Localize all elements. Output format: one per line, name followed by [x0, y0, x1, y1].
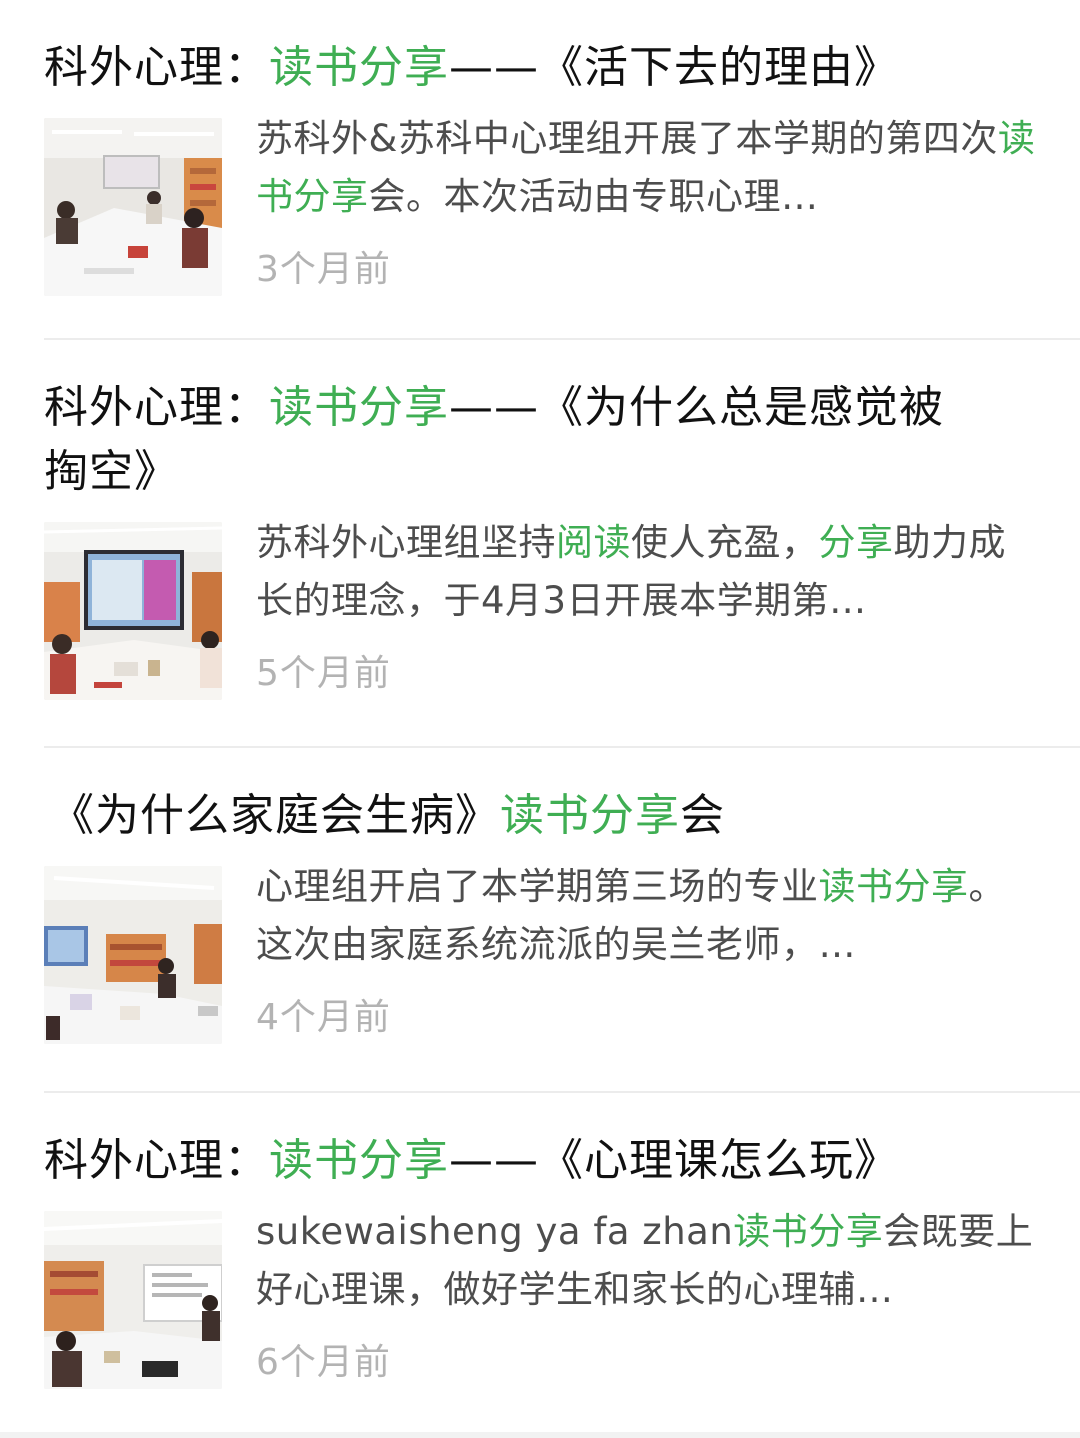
result-time: 5个月前: [256, 653, 391, 694]
result-thumbnail[interactable]: [44, 522, 222, 700]
result-body: 苏科外&苏科中心理组开展了本学期的第四次读书分享会。本次活动由专职心理… 3个月…: [44, 117, 1036, 296]
result-body: sukewaisheng ya fa zhan读书分享会既要上好心理课，做好学生…: [44, 1210, 1036, 1389]
snippet-text: 心理组开启了本学期第三场的专业: [256, 865, 819, 908]
search-result-item[interactable]: 《为什么家庭会生病》读书分享会 心理组开启了本学期第三场的专业读书分享。这次由家…: [44, 748, 1080, 1093]
result-time: 6个月前: [256, 1342, 391, 1383]
search-results-list: 科外心理：读书分享——《活下去的理由》 苏科外&苏科中心理组开展了本学期的第四次…: [0, 0, 1080, 1438]
title-text: ——《心理课怎么玩》: [449, 1135, 899, 1186]
result-snippet: 心理组开启了本学期第三场的专业读书分享。这次由家庭系统流派的吴兰老师，…: [256, 858, 1036, 974]
bottom-divider: [0, 1432, 1080, 1438]
meeting-room-photo-icon: [44, 866, 222, 1044]
result-thumbnail[interactable]: [44, 866, 222, 1044]
result-body: 心理组开启了本学期第三场的专业读书分享。这次由家庭系统流派的吴兰老师，… 4个月…: [44, 865, 1036, 1044]
title-highlight: 读书分享: [269, 1135, 449, 1186]
result-title[interactable]: 《为什么家庭会生病》读书分享会: [50, 784, 1036, 848]
snippet-text: 会。本次活动由专职心理…: [368, 175, 819, 218]
result-body: 苏科外心理组坚持阅读使人充盈，分享助力成长的理念，于4月3日开展本学期第… 5个…: [44, 521, 1036, 700]
snippet-text: 苏科外心理组坚持: [256, 521, 556, 564]
result-thumbnail[interactable]: [44, 1211, 222, 1389]
result-time: 3个月前: [256, 249, 391, 290]
snippet-highlight: 读书分享: [818, 865, 969, 908]
result-info: 心理组开启了本学期第三场的专业读书分享。这次由家庭系统流派的吴兰老师，… 4个月…: [256, 865, 1036, 1040]
snippet-highlight: 分享: [818, 521, 894, 564]
result-snippet: sukewaisheng ya fa zhan读书分享会既要上好心理课，做好学生…: [256, 1203, 1036, 1319]
title-text: 会: [680, 790, 725, 841]
result-info: 苏科外心理组坚持阅读使人充盈，分享助力成长的理念，于4月3日开展本学期第… 5个…: [256, 521, 1036, 696]
meeting-room-photo-icon: [44, 522, 222, 700]
result-title[interactable]: 科外心理：读书分享——《为什么总是感觉被掏空》: [44, 376, 1036, 504]
result-info: 苏科外&苏科中心理组开展了本学期的第四次读书分享会。本次活动由专职心理… 3个月…: [256, 117, 1036, 292]
title-highlight: 读书分享: [269, 42, 449, 93]
title-highlight: 读书分享: [500, 790, 680, 841]
snippet-text: sukewaisheng ya fa zhan: [256, 1210, 734, 1253]
result-title[interactable]: 科外心理：读书分享——《活下去的理由》: [44, 36, 1036, 100]
result-snippet: 苏科外心理组坚持阅读使人充盈，分享助力成长的理念，于4月3日开展本学期第…: [256, 514, 1036, 630]
search-result-item[interactable]: 科外心理：读书分享——《心理课怎么玩》 sukewaisheng ya fa z…: [44, 1093, 1080, 1438]
snippet-highlight: 阅读: [556, 521, 631, 564]
search-result-item[interactable]: 科外心理：读书分享——《为什么总是感觉被掏空》 苏科外心理组坚持阅读使人充盈，分…: [44, 340, 1080, 748]
result-info: sukewaisheng ya fa zhan读书分享会既要上好心理课，做好学生…: [256, 1210, 1036, 1385]
snippet-text: 苏科外&苏科中心理组开展了本学期的第四次: [256, 117, 998, 160]
result-time: 4个月前: [256, 997, 391, 1038]
title-text: 科外心理：: [44, 382, 269, 433]
title-text: ——《活下去的理由》: [449, 42, 899, 93]
meeting-room-photo-icon: [44, 1211, 222, 1389]
title-highlight: 读书分享: [269, 382, 449, 433]
result-thumbnail[interactable]: [44, 118, 222, 296]
title-text: 科外心理：: [44, 1135, 269, 1186]
result-snippet: 苏科外&苏科中心理组开展了本学期的第四次读书分享会。本次活动由专职心理…: [256, 110, 1036, 226]
meeting-room-photo-icon: [44, 118, 222, 296]
snippet-text: 使人充盈，: [631, 521, 819, 564]
title-text: 科外心理：: [44, 42, 269, 93]
result-title[interactable]: 科外心理：读书分享——《心理课怎么玩》: [44, 1129, 1036, 1193]
title-text: 《为什么家庭会生病》: [50, 790, 500, 841]
snippet-highlight: 读书分享: [733, 1210, 884, 1253]
search-result-item[interactable]: 科外心理：读书分享——《活下去的理由》 苏科外&苏科中心理组开展了本学期的第四次…: [44, 0, 1080, 340]
